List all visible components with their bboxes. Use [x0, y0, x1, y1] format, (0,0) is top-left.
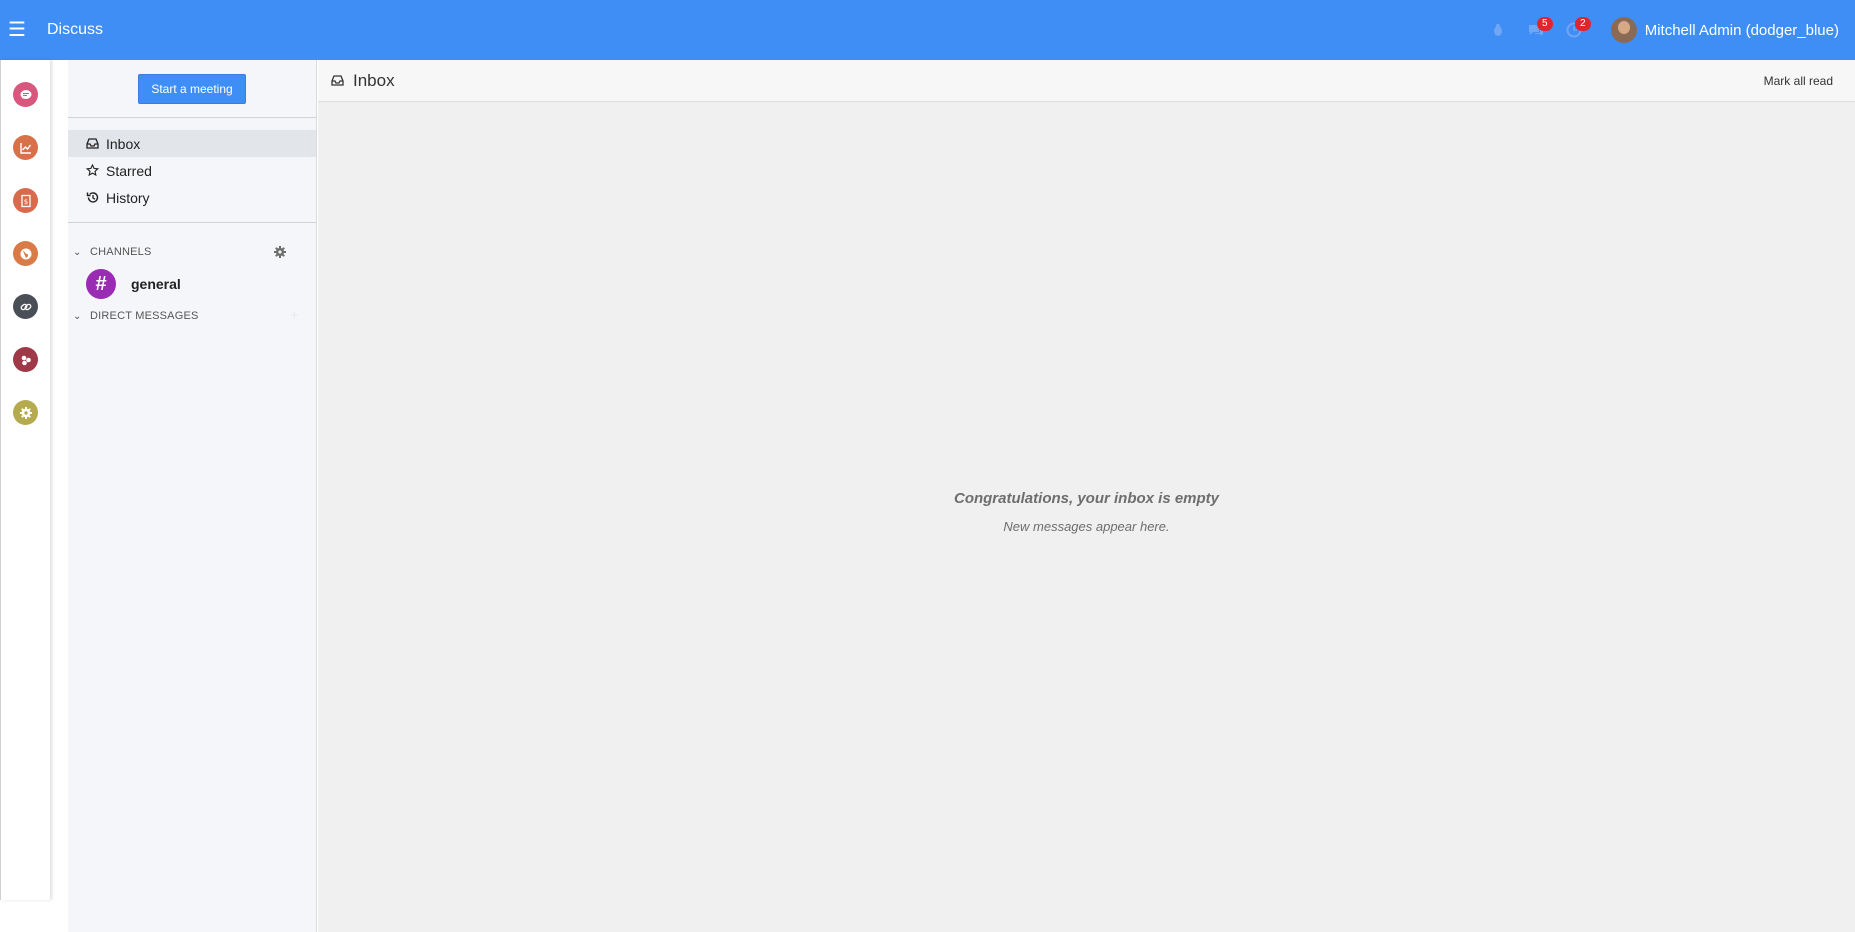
sidebar-item-starred[interactable]: Starred: [68, 157, 316, 184]
start-meeting-button[interactable]: Start a meeting: [138, 73, 246, 104]
inbox-icon: [86, 138, 99, 149]
channels-label: CHANNELS: [90, 246, 152, 258]
messaging-count-badge: 5: [1536, 17, 1553, 31]
settings-icon: [19, 406, 32, 419]
activity-count-badge: 2: [1574, 17, 1591, 31]
sidebar-item-label: Inbox: [106, 135, 141, 152]
channel-item-general[interactable]: # general: [68, 264, 316, 304]
avatar: [1610, 17, 1637, 43]
chevron-down-icon: ⌄: [73, 310, 82, 322]
inbox-icon: [331, 75, 344, 86]
apps-icon: [21, 355, 31, 365]
empty-state-title: Congratulations, your inbox is empty: [953, 490, 1220, 507]
systray-bug-button[interactable]: [1479, 0, 1517, 60]
discuss-icon: [20, 89, 31, 99]
user-menu[interactable]: Mitchell Admin (dodger_blue): [1610, 17, 1839, 43]
discuss-sidebar: Start a meeting Inbox Starred History ⌄ …: [68, 60, 317, 932]
sidebar-item-history[interactable]: History: [68, 184, 316, 211]
invoice-icon: $: [20, 194, 31, 207]
app-website-button[interactable]: [13, 241, 38, 266]
channel-avatar: #: [86, 269, 116, 299]
bug-icon: [1493, 23, 1502, 36]
app-links-button[interactable]: [13, 294, 38, 319]
link-icon: [20, 303, 31, 310]
empty-state: Congratulations, your inbox is empty New…: [318, 490, 1855, 534]
sidebar-item-label: Starred: [106, 162, 152, 179]
thread-header: Inbox Mark all read: [318, 60, 1855, 102]
direct-messages-label: DIRECT MESSAGES: [90, 310, 199, 322]
systray-activity-button[interactable]: 2: [1555, 0, 1593, 60]
website-icon: [20, 248, 31, 259]
direct-messages-section-header[interactable]: ⌄ DIRECT MESSAGES +: [68, 304, 316, 328]
empty-state-subtitle: New messages appear here.: [1003, 519, 1170, 534]
star-icon: [86, 164, 99, 177]
hamburger-menu-button[interactable]: ☰: [0, 0, 34, 60]
hamburger-icon: ☰: [8, 19, 26, 41]
app-apps-button[interactable]: [13, 347, 38, 372]
mark-all-read-button[interactable]: Mark all read: [1750, 66, 1846, 96]
channel-name: general: [131, 276, 181, 292]
main-content: Inbox Mark all read Congratulations, you…: [318, 60, 1855, 932]
top-navbar: ☰ Discuss 5 2 Mitchell Admin (dodger_blu…: [0, 0, 1855, 60]
sidebar-item-inbox[interactable]: Inbox: [68, 130, 316, 157]
app-discuss-button[interactable]: [13, 82, 38, 107]
page-title: Inbox: [353, 70, 395, 90]
history-icon: [86, 192, 99, 203]
app-chart-button[interactable]: [13, 135, 38, 160]
sidebar-item-label: History: [106, 189, 150, 206]
gear-icon[interactable]: [273, 245, 287, 259]
add-icon[interactable]: +: [290, 307, 299, 324]
svg-text:$: $: [23, 198, 27, 206]
chart-icon: [19, 142, 31, 154]
app-settings-button[interactable]: [13, 400, 38, 425]
user-name: Mitchell Admin (dodger_blue): [1644, 21, 1839, 39]
app-title[interactable]: Discuss: [47, 21, 103, 39]
app-invoicing-button[interactable]: $: [13, 188, 38, 213]
systray-messaging-button[interactable]: 5: [1517, 0, 1555, 60]
channels-section-header[interactable]: ⌄ CHANNELS: [68, 240, 316, 264]
app-switcher-rail: $: [0, 60, 50, 900]
chevron-down-icon: ⌄: [73, 246, 82, 258]
